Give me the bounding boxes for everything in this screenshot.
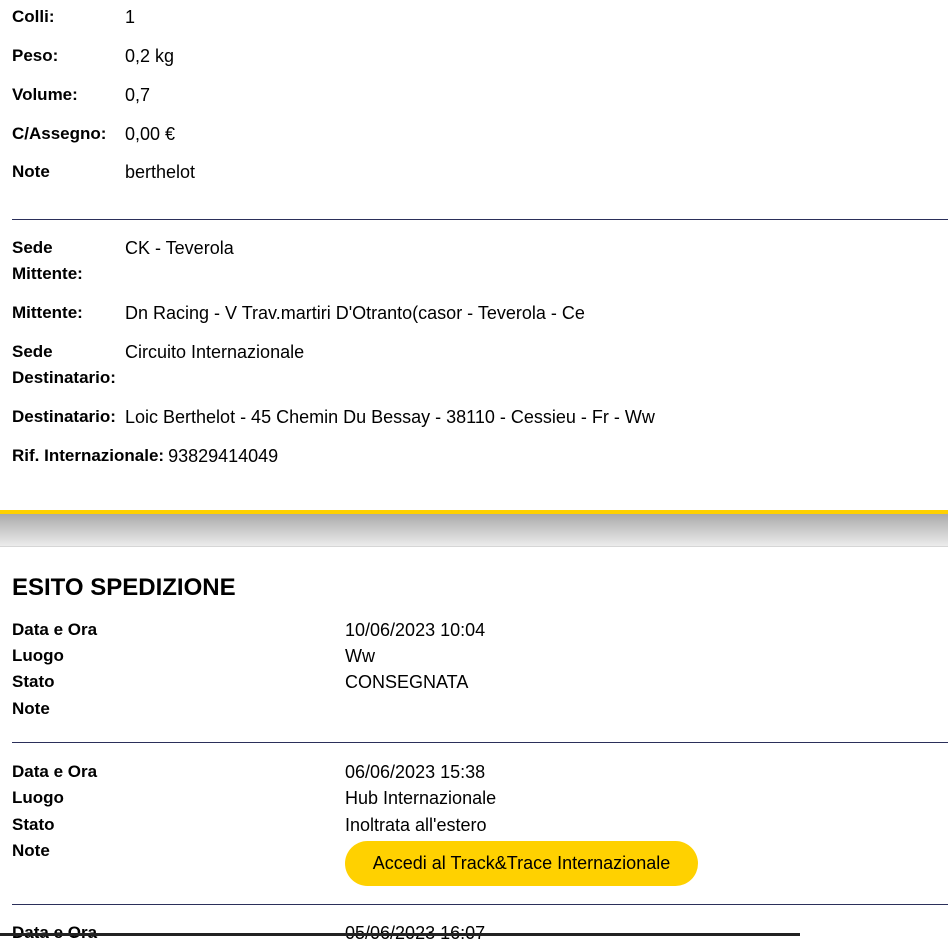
event-date: Data e Ora 06/06/2023 15:38 <box>12 762 486 782</box>
detail-cassegno: C/Assegno: 0,00 € <box>12 124 176 144</box>
event-date: Data e Ora 10/06/2023 10:04 <box>12 620 486 640</box>
event-place: Luogo Hub Internazionale <box>12 788 497 808</box>
event-note: Note <box>12 841 50 860</box>
detail-volume: Volume: 0,7 <box>12 85 151 105</box>
destinatario: Destinatario: Loic Berthelot - 45 Chemin … <box>12 407 655 427</box>
event-status: Stato Inoltrata all'estero <box>12 815 487 835</box>
rif-internazionale: Rif. Internazionale: 93829414049 <box>12 446 279 466</box>
event-note: Note <box>12 699 50 718</box>
event-status: Stato CONSEGNATA <box>12 672 469 692</box>
detail-peso: Peso: 0,2 kg <box>12 46 175 66</box>
detail-colli: Colli: 1 <box>12 7 136 27</box>
esito-title: ESITO SPEDIZIONE <box>12 574 236 601</box>
sede-destinatario: Sede Destinatario: Circuito Internazional… <box>12 342 305 387</box>
event-place: Luogo Ww <box>12 646 375 666</box>
divider <box>12 904 948 905</box>
divider <box>12 742 948 743</box>
mittente: Mittente: Dn Racing - V Trav.martiri D'Ot… <box>12 303 585 323</box>
divider <box>12 219 948 220</box>
sede-mittente: Sede Mittente: CK - Teverola <box>12 238 234 283</box>
section-separator <box>0 514 948 547</box>
detail-note: Note berthelot <box>12 162 196 182</box>
track-trace-button[interactable]: Accedi al Track&Trace Internazionale <box>345 841 698 886</box>
